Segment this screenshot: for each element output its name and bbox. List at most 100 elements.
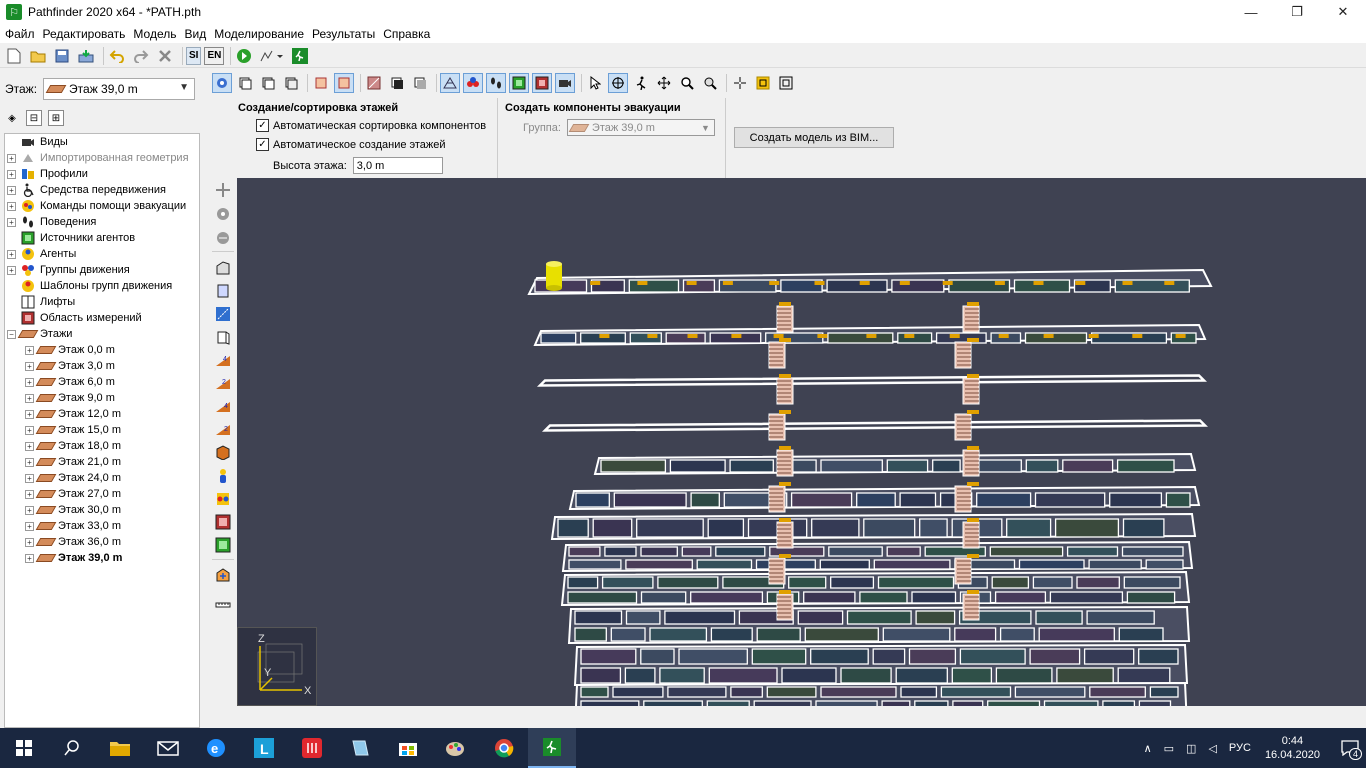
- app-book-icon[interactable]: [336, 728, 384, 768]
- draw-stair-2-icon[interactable]: 2: [213, 373, 233, 393]
- group-dropdown[interactable]: Этаж 39,0 m ▼: [566, 119, 715, 136]
- room-polygon[interactable]: [914, 700, 949, 706]
- room-polygon[interactable]: [1126, 591, 1176, 604]
- show-ramps-icon[interactable]: [410, 73, 430, 93]
- room-polygon[interactable]: [877, 576, 955, 589]
- room-polygon[interactable]: [1121, 546, 1184, 557]
- tree-item[interactable]: + Средства передвижения: [5, 182, 199, 198]
- collapse-all-icon[interactable]: ⊟: [26, 110, 42, 126]
- room-polygon[interactable]: [819, 559, 870, 570]
- room-polygon[interactable]: [919, 518, 948, 538]
- tree-expand-toggle[interactable]: +: [25, 425, 34, 435]
- scale-tool-icon[interactable]: [213, 228, 233, 248]
- room-polygon[interactable]: [790, 492, 853, 508]
- room-polygon[interactable]: [989, 546, 1064, 557]
- room-polygon[interactable]: [881, 700, 911, 706]
- room-polygon[interactable]: [557, 518, 589, 538]
- door-marker[interactable]: [866, 334, 877, 338]
- zoom-tool-icon[interactable]: [677, 73, 697, 93]
- room-polygon[interactable]: [859, 591, 908, 604]
- room-polygon[interactable]: [643, 700, 703, 706]
- room-polygon[interactable]: [1038, 627, 1115, 642]
- room-polygon[interactable]: [567, 576, 599, 589]
- room-polygon[interactable]: [710, 627, 753, 642]
- room-polygon[interactable]: [613, 492, 687, 508]
- room-polygon[interactable]: [932, 459, 961, 473]
- tree-floor-item[interactable]: + Этаж 3,0 m: [5, 358, 199, 374]
- room-polygon[interactable]: [580, 667, 622, 684]
- room-polygon[interactable]: [803, 591, 856, 604]
- room-polygon[interactable]: [856, 492, 896, 508]
- place-agent-icon[interactable]: [213, 466, 233, 486]
- view-layer-2-icon[interactable]: [258, 73, 278, 93]
- room-polygon[interactable]: [900, 686, 938, 698]
- expand-all-icon[interactable]: ⊞: [48, 110, 64, 126]
- tree-item[interactable]: Виды: [5, 134, 199, 150]
- room-polygon[interactable]: [899, 492, 937, 508]
- room-polygon[interactable]: [1149, 686, 1179, 698]
- floor-slab[interactable]: [561, 540, 1194, 573]
- stair-segment[interactable]: [776, 374, 794, 405]
- door-marker[interactable]: [773, 334, 784, 338]
- floor-slab[interactable]: [541, 419, 1208, 432]
- room-polygon[interactable]: [755, 559, 816, 570]
- room-polygon[interactable]: [846, 610, 912, 625]
- room-polygon[interactable]: [1029, 648, 1081, 665]
- room-polygon[interactable]: [1090, 332, 1168, 344]
- show-walls-icon[interactable]: [311, 73, 331, 93]
- menu-results[interactable]: Результаты: [309, 27, 378, 41]
- tree-item[interactable]: + Группы движения: [5, 262, 199, 278]
- room-polygon[interactable]: [1024, 332, 1088, 344]
- room-polygon[interactable]: [999, 627, 1035, 642]
- room-polygon[interactable]: [1014, 686, 1086, 698]
- room-polygon[interactable]: [863, 518, 916, 538]
- draw-measurement-icon[interactable]: [213, 512, 233, 532]
- walk-tool-icon[interactable]: [631, 73, 651, 93]
- door-marker[interactable]: [859, 281, 870, 285]
- room-polygon[interactable]: [1032, 576, 1073, 589]
- room-polygon[interactable]: [788, 576, 827, 589]
- tree-item[interactable]: − Этажи: [5, 326, 199, 342]
- room-polygon[interactable]: [766, 686, 817, 698]
- stair-segment[interactable]: [776, 446, 794, 477]
- tree-expand-toggle[interactable]: +: [7, 185, 16, 195]
- room-polygon[interactable]: [915, 610, 956, 625]
- door-marker[interactable]: [899, 281, 910, 285]
- door-marker[interactable]: [1175, 334, 1186, 338]
- room-polygon[interactable]: [756, 627, 801, 642]
- menu-model[interactable]: Модель: [130, 27, 179, 41]
- clock[interactable]: 0:44 16.04.2020: [1265, 734, 1320, 762]
- auto-sort-row[interactable]: ✓ Автоматическая сортировка компонентов: [256, 119, 486, 132]
- tree-item[interactable]: Шаблоны групп движения: [5, 278, 199, 294]
- room-polygon[interactable]: [1086, 610, 1155, 625]
- tree-expand-toggle[interactable]: +: [7, 153, 16, 163]
- room-polygon[interactable]: [600, 459, 667, 473]
- tree-expand-toggle[interactable]: +: [7, 249, 16, 259]
- door-marker[interactable]: [998, 334, 1009, 338]
- room-polygon[interactable]: [954, 627, 997, 642]
- import-icon[interactable]: [76, 46, 96, 66]
- app-l-icon[interactable]: L: [240, 728, 288, 768]
- zoom-box-tool-icon[interactable]: [700, 73, 720, 93]
- tree-item[interactable]: Область измерений: [5, 310, 199, 326]
- room-polygon[interactable]: [882, 627, 951, 642]
- draw-agent-source-icon[interactable]: [213, 535, 233, 555]
- door-marker[interactable]: [647, 334, 658, 338]
- tree-expand-toggle[interactable]: +: [25, 377, 34, 387]
- tree-floor-item[interactable]: + Этаж 0,0 m: [5, 342, 199, 358]
- auto-sort-checkbox[interactable]: ✓: [256, 119, 269, 132]
- filter-tree-icon[interactable]: ◈: [4, 110, 20, 126]
- draw-stair-4-icon[interactable]: 4: [213, 350, 233, 370]
- undo-icon[interactable]: [107, 46, 127, 66]
- elevator-shaft[interactable]: [546, 261, 562, 291]
- room-polygon[interactable]: [952, 700, 984, 706]
- room-polygon[interactable]: [665, 332, 706, 344]
- show-rooms-icon[interactable]: [334, 73, 354, 93]
- tree-floor-item[interactable]: + Этаж 24,0 m: [5, 470, 199, 486]
- tree-item[interactable]: + Команды помощи эвакуации: [5, 198, 199, 214]
- tree-item[interactable]: + Агенты: [5, 246, 199, 262]
- select-tool-icon[interactable]: [585, 73, 605, 93]
- room-polygon[interactable]: [797, 610, 844, 625]
- room-polygon[interactable]: [1109, 492, 1163, 508]
- stair-segment[interactable]: [962, 302, 980, 333]
